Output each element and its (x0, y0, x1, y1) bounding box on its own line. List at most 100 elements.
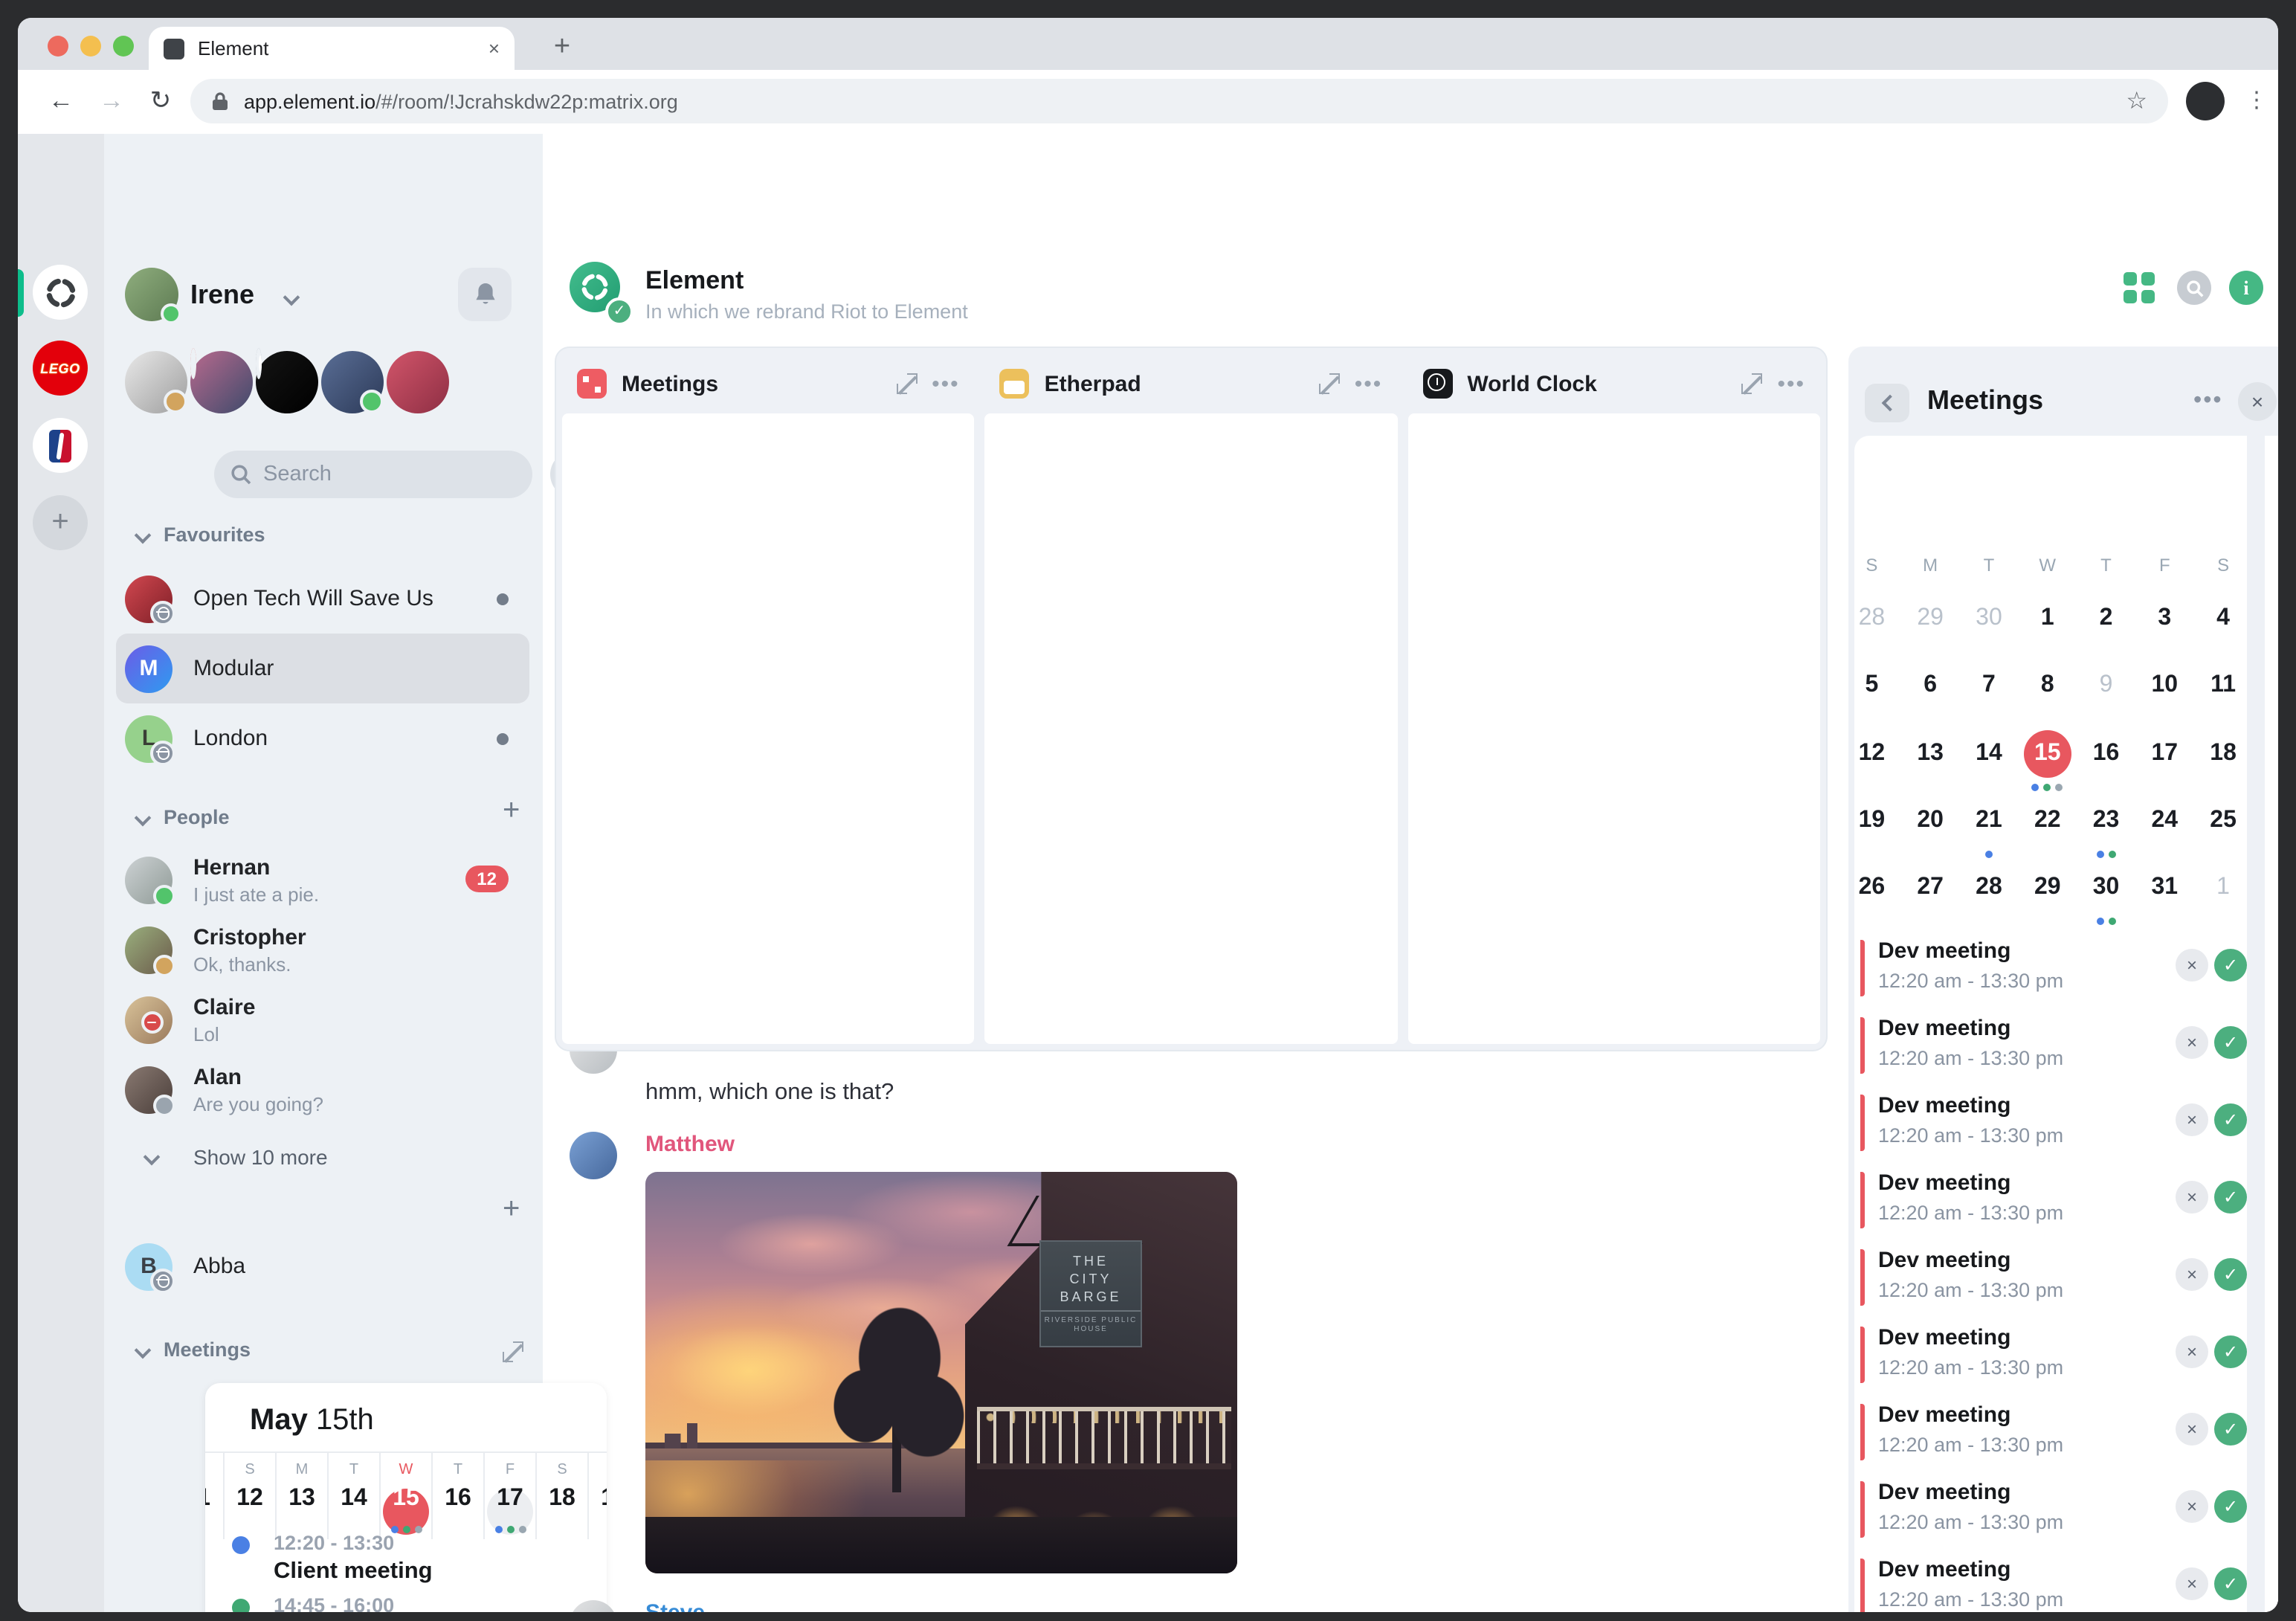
room-title[interactable]: Element (645, 266, 744, 296)
panel-close-icon[interactable]: × (2238, 382, 2277, 421)
panel-menu-icon[interactable]: ••• (2193, 388, 2223, 415)
meeting-dismiss-button[interactable]: × (2176, 1413, 2208, 1446)
message-image-pub-sunset[interactable]: THE CITY BARGE RIVERSIDE PUBLIC HOUSE (645, 1172, 1237, 1573)
browser-profile-avatar[interactable] (2186, 82, 2225, 120)
bookmark-star-icon[interactable]: ☆ (2126, 86, 2147, 116)
calendar-day-cell[interactable]: 12 (1842, 726, 1901, 794)
widget-expand-icon[interactable] (896, 373, 918, 394)
space-lego[interactable]: LEGO (33, 341, 88, 396)
space-element-home[interactable] (33, 265, 88, 320)
room-info-button[interactable]: i (2229, 271, 2263, 305)
calendar-day-cell[interactable]: 6 (1901, 660, 1960, 727)
meeting-accept-button[interactable]: ✓ (2214, 949, 2247, 982)
room-list-item[interactable]: L London (116, 703, 529, 773)
add-room-button[interactable]: + (503, 1193, 520, 1227)
calendar-day-cell[interactable]: 27 (1901, 861, 1960, 929)
mini-calendar-day-cell[interactable]: S 19 (589, 1451, 607, 1539)
calendar-day-cell[interactable]: 21 (1960, 794, 2019, 862)
recent-dm-avatar[interactable] (321, 351, 384, 413)
person-list-item[interactable]: Hernan I just ate a pie. 12 (116, 845, 529, 915)
meetings-section-header[interactable]: Meetings (134, 1338, 251, 1361)
meeting-list-item[interactable]: Dev meeting 12:20 am - 13:30 pm × ✓ (1860, 1090, 2253, 1156)
traffic-minimize-button[interactable] (80, 36, 101, 57)
calendar-day-cell[interactable]: 11 (2194, 660, 2253, 727)
calendar-day-cell[interactable]: 17 (2135, 726, 2194, 794)
apps-grid-icon[interactable] (2124, 272, 2155, 303)
widget-expand-icon[interactable] (1741, 373, 1763, 394)
calendar-day-cell[interactable]: 29 (2018, 861, 2077, 929)
room-list-item[interactable]: Open Tech Will Save Us (116, 564, 529, 634)
search-input[interactable]: Search (214, 451, 532, 498)
add-person-button[interactable]: + (503, 794, 520, 828)
meeting-accept-button[interactable]: ✓ (2214, 1026, 2247, 1059)
address-bar[interactable]: app.element.io/#/room/!Jcrahskdw22p:matr… (190, 79, 2168, 123)
mini-calendar-day-cell[interactable]: M 13 (277, 1451, 329, 1539)
meeting-accept-button[interactable]: ✓ (2214, 1103, 2247, 1136)
room-search-button[interactable] (2177, 271, 2211, 305)
mini-calendar-day-cell[interactable]: T 16 (433, 1451, 485, 1539)
mini-calendar-day-cell[interactable]: S 11 (205, 1451, 225, 1539)
meeting-dismiss-button[interactable]: × (2176, 1490, 2208, 1523)
room-topic[interactable]: In which we rebrand Riot to Element (645, 300, 968, 323)
recent-dm-avatar[interactable] (190, 348, 253, 413)
calendar-day-cell[interactable]: 14 (1960, 726, 2019, 794)
forward-icon[interactable]: → (94, 83, 129, 119)
widget-body[interactable] (984, 413, 1398, 1044)
calendar-day-cell[interactable]: 19 (1842, 794, 1901, 862)
widget-expand-icon[interactable] (1318, 373, 1340, 394)
new-tab-button[interactable]: + (541, 27, 583, 68)
person-list-item[interactable]: Alan Are you going? (116, 1054, 529, 1124)
calendar-day-cell[interactable]: 13 (1901, 726, 1960, 794)
calendar-day-cell[interactable]: 1 (2194, 861, 2253, 929)
traffic-close-button[interactable] (48, 36, 68, 57)
meeting-list-item[interactable]: Dev meeting 12:20 am - 13:30 pm × ✓ (1860, 1245, 2253, 1310)
back-icon[interactable]: ← (43, 83, 79, 119)
message-avatar[interactable] (570, 1132, 617, 1179)
notifications-button[interactable] (458, 268, 512, 321)
calendar-day-cell[interactable]: 30 (2077, 861, 2135, 929)
meeting-list-item[interactable]: Dev meeting 12:20 am - 13:30 pm × ✓ (1860, 935, 2253, 1001)
room-list-item[interactable]: M Modular (116, 634, 529, 703)
favourites-section-header[interactable]: Favourites (134, 523, 265, 546)
meeting-accept-button[interactable]: ✓ (2214, 1335, 2247, 1368)
calendar-day-cell[interactable]: 24 (2135, 794, 2194, 862)
mini-calendar-day-cell[interactable]: S 12 (225, 1451, 277, 1539)
user-name[interactable]: Irene (190, 280, 254, 311)
person-list-item[interactable]: Claire Lol (116, 984, 529, 1054)
calendar-day-cell[interactable]: 31 (2135, 861, 2194, 929)
meeting-accept-button[interactable]: ✓ (2214, 1567, 2247, 1600)
meeting-accept-button[interactable]: ✓ (2214, 1181, 2247, 1214)
panel-back-button[interactable] (1865, 384, 1909, 422)
calendar-day-cell[interactable]: 25 (2194, 794, 2253, 862)
reload-icon[interactable]: ↻ (143, 83, 178, 119)
widget-body[interactable] (1407, 413, 1820, 1044)
calendar-day-cell[interactable]: 2 (2077, 592, 2135, 660)
browser-tab[interactable]: Element × (149, 27, 515, 70)
calendar-day-cell[interactable]: 22 (2018, 794, 2077, 862)
add-space-button[interactable]: + (33, 495, 88, 550)
widget-menu-icon[interactable]: ••• (1355, 371, 1383, 396)
calendar-day-cell[interactable]: 10 (2135, 660, 2194, 727)
calendar-day-cell[interactable]: 7 (1960, 660, 2019, 727)
calendar-day-cell[interactable]: 15 (2018, 726, 2077, 794)
room-abba[interactable]: B Abba (116, 1231, 529, 1301)
meeting-list-item[interactable]: Dev meeting 12:20 am - 13:30 pm × ✓ (1860, 1013, 2253, 1078)
people-section-header[interactable]: People (134, 806, 230, 828)
calendar-event[interactable]: 12:20 - 13:30 Client meeting (232, 1532, 433, 1585)
calendar-day-cell[interactable]: 1 (2018, 592, 2077, 660)
meeting-list-item[interactable]: Dev meeting 12:20 am - 13:30 pm × ✓ (1860, 1477, 2253, 1542)
calendar-day-cell[interactable]: 30 (1960, 592, 2019, 660)
mini-calendar-day-cell[interactable]: F 17 (485, 1451, 537, 1539)
meeting-list-item[interactable]: Dev meeting 12:20 am - 13:30 pm × ✓ (1860, 1322, 2253, 1388)
meeting-dismiss-button[interactable]: × (2176, 1103, 2208, 1136)
mini-calendar-day-cell[interactable]: W 15 (381, 1451, 433, 1539)
calendar-day-cell[interactable]: 20 (1901, 794, 1960, 862)
calendar-day-cell[interactable]: 3 (2135, 592, 2194, 660)
widget-menu-icon[interactable]: ••• (932, 371, 960, 396)
widget-menu-icon[interactable]: ••• (1777, 371, 1805, 396)
user-avatar[interactable] (125, 268, 181, 324)
calendar-day-cell[interactable]: 29 (1901, 592, 1960, 660)
user-menu-chevron-icon[interactable] (283, 289, 300, 306)
meeting-accept-button[interactable]: ✓ (2214, 1258, 2247, 1291)
traffic-zoom-button[interactable] (113, 36, 134, 57)
